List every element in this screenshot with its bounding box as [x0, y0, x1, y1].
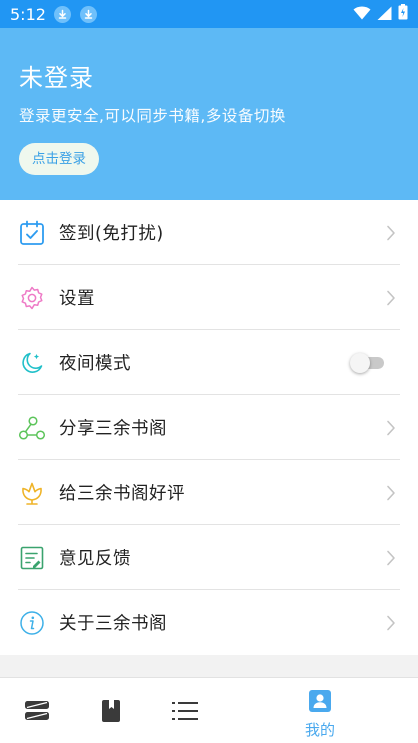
- menu-item-settings[interactable]: 设置: [0, 265, 418, 330]
- nav-tab-bookshelf[interactable]: [2, 678, 72, 743]
- bottom-nav: 我的: [0, 677, 418, 743]
- share-icon: [18, 414, 46, 442]
- status-bar: 5:12: [0, 0, 418, 28]
- menu-item-label: 夜间模式: [59, 354, 131, 374]
- toggle-thumb: [350, 352, 370, 373]
- header-subtitle: 登录更安全,可以同步书籍,多设备切换: [19, 107, 286, 125]
- battery-icon: [398, 4, 408, 24]
- menu-item-label: 签到(免打扰): [59, 224, 164, 244]
- feedback-icon: [18, 544, 46, 572]
- chevron-right-icon: [387, 615, 395, 630]
- info-icon: [18, 609, 46, 637]
- menu-item-rate[interactable]: 给三余书阁好评: [0, 460, 418, 525]
- bookshelf-icon: [25, 701, 49, 720]
- gear-icon: [18, 284, 46, 312]
- nav-tab-profile[interactable]: 我的: [285, 678, 355, 743]
- moon-icon: [18, 349, 46, 377]
- chevron-right-icon: [387, 225, 395, 240]
- profile-icon: [309, 690, 331, 712]
- chevron-right-icon: [387, 485, 395, 500]
- page-title: 未登录: [19, 64, 94, 92]
- menu-item-label: 设置: [59, 289, 95, 309]
- account-header: 未登录 登录更安全,可以同步书籍,多设备切换 点击登录: [0, 28, 418, 200]
- menu-item-share[interactable]: 分享三余书阁: [0, 395, 418, 460]
- settings-menu: 签到(免打扰) 设置 夜间模式 分享三余书阁 给三余书阁好评 意见反馈 关于三余…: [0, 200, 418, 655]
- download-icon: [79, 5, 97, 23]
- login-button[interactable]: 点击登录: [19, 143, 99, 175]
- chevron-right-icon: [387, 420, 395, 435]
- night-mode-toggle[interactable]: [350, 352, 386, 373]
- menu-item-about[interactable]: 关于三余书阁: [0, 590, 418, 655]
- status-time: 5:12: [10, 4, 46, 24]
- menu-item-label: 关于三余书阁: [59, 614, 167, 634]
- list-icon: [172, 702, 198, 720]
- menu-item-night-mode[interactable]: 夜间模式: [0, 330, 418, 395]
- chevron-right-icon: [387, 550, 395, 565]
- book-icon: [102, 700, 120, 722]
- download-icon: [53, 5, 71, 23]
- signal-icon: [377, 5, 392, 24]
- calendar-check-icon: [18, 219, 46, 247]
- chevron-right-icon: [387, 290, 395, 305]
- nav-tab-library[interactable]: [76, 678, 146, 743]
- wifi-icon: [353, 5, 371, 24]
- menu-item-label: 意见反馈: [59, 549, 131, 569]
- menu-item-checkin[interactable]: 签到(免打扰): [0, 200, 418, 265]
- nav-tab-list[interactable]: [150, 678, 220, 743]
- menu-item-label: 分享三余书阁: [59, 419, 167, 439]
- menu-item-label: 给三余书阁好评: [59, 484, 185, 504]
- nav-tab-label: 我的: [304, 721, 335, 739]
- flower-icon: [18, 479, 46, 507]
- menu-item-feedback[interactable]: 意见反馈: [0, 525, 418, 590]
